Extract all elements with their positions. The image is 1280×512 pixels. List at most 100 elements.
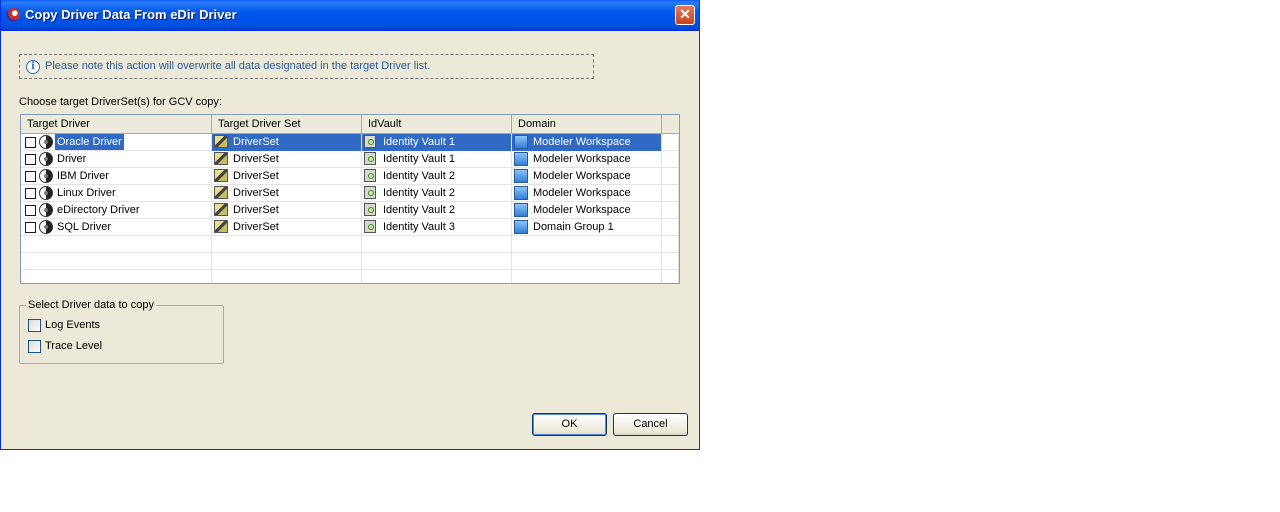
vault-name: Identity Vault 2 [383, 204, 455, 216]
table-header: Target Driver Target Driver Set IdVault … [21, 115, 679, 134]
driver-set-icon [214, 220, 228, 233]
row-checkbox[interactable] [25, 188, 36, 199]
column-target-driver-set[interactable]: Target Driver Set [212, 115, 362, 133]
column-idvault[interactable]: IdVault [362, 115, 512, 133]
empty-row [21, 253, 679, 270]
table-row[interactable]: SQL Driver DriverSet Identity Vault 3 Domai… [21, 219, 679, 236]
row-checkbox[interactable] [25, 222, 36, 233]
cancel-button[interactable]: Cancel [613, 413, 688, 436]
driver-set-name: DriverSet [233, 187, 279, 199]
driver-set-cell [212, 270, 362, 283]
driver-table[interactable]: Target Driver Target Driver Set IdVault … [20, 114, 680, 284]
driver-set-cell: DriverSet [212, 134, 362, 151]
driver-set-icon [214, 186, 228, 199]
vault-cell: Identity Vault 2 [362, 168, 512, 185]
driver-cell [21, 270, 212, 283]
ok-button[interactable]: OK [532, 413, 607, 436]
column-target-driver[interactable]: Target Driver [21, 115, 212, 133]
domain-name: Modeler Workspace [533, 170, 631, 182]
row-checkbox[interactable] [25, 154, 36, 165]
driver-set-cell: DriverSet [212, 219, 362, 236]
vault-cell: Identity Vault 1 [362, 151, 512, 168]
driver-set-name: DriverSet [233, 221, 279, 233]
vault-icon [364, 135, 376, 148]
row-checkbox[interactable] [25, 171, 36, 182]
trace-level-checkbox[interactable] [28, 340, 41, 353]
driver-set-icon [214, 169, 228, 182]
driver-set-cell [212, 253, 362, 270]
log-events-label[interactable]: Log Events [45, 319, 100, 331]
column-filler [662, 115, 679, 133]
driver-set-cell: DriverSet [212, 168, 362, 185]
domain-cell: Domain Group 1 [512, 219, 662, 236]
table-row[interactable]: Linux Driver DriverSet Identity Vault 2 Mod… [21, 185, 679, 202]
driver-cell: Driver [21, 151, 212, 168]
vault-icon [364, 169, 376, 182]
domain-name: Domain Group 1 [533, 221, 614, 233]
empty-row [21, 236, 679, 253]
driver-cell: Oracle Driver [21, 134, 212, 151]
driver-name: Linux Driver [57, 187, 116, 199]
row-checkbox[interactable] [25, 205, 36, 216]
vault-name: Identity Vault 1 [383, 136, 455, 148]
vault-name: Identity Vault 1 [383, 153, 455, 165]
notice-text: Please note this action will overwrite a… [45, 60, 431, 72]
domain-cell: Modeler Workspace [512, 168, 662, 185]
domain-cell: Modeler Workspace [512, 202, 662, 219]
table-row[interactable]: IBM Driver DriverSet Identity Vault 2 Model… [21, 168, 679, 185]
vault-cell: Identity Vault 2 [362, 202, 512, 219]
driver-data-group: Select Driver data to copy Log Events Tr… [19, 299, 224, 364]
domain-cell: Modeler Workspace [512, 185, 662, 202]
domain-icon [514, 186, 528, 200]
driver-icon [39, 135, 53, 149]
title-bar[interactable]: Copy Driver Data From eDir Driver ✕ [1, 0, 699, 31]
log-events-checkbox[interactable] [28, 319, 41, 332]
info-icon: i [26, 60, 40, 74]
vault-name: Identity Vault 3 [383, 221, 455, 233]
domain-cell: Modeler Workspace [512, 134, 662, 151]
filler-cell [662, 168, 679, 185]
driver-set-icon [214, 203, 228, 216]
driver-cell [21, 253, 212, 270]
vault-name: Identity Vault 2 [383, 170, 455, 182]
driver-set-cell [212, 236, 362, 253]
driver-set-icon [214, 135, 228, 148]
filler-cell [662, 185, 679, 202]
table-row[interactable]: Oracle Driver DriverSet Identity Vault 1 Mo… [21, 134, 679, 151]
choose-target-label: Choose target DriverSet(s) for GCV copy: [19, 96, 222, 108]
driver-name: SQL Driver [57, 221, 111, 233]
vault-cell: Identity Vault 2 [362, 185, 512, 202]
driver-cell: Linux Driver [21, 185, 212, 202]
empty-row [21, 270, 679, 283]
driver-set-cell: DriverSet [212, 202, 362, 219]
domain-cell [512, 253, 662, 270]
close-button[interactable]: ✕ [675, 5, 695, 25]
trace-level-label[interactable]: Trace Level [45, 340, 102, 352]
filler-cell [662, 219, 679, 236]
domain-cell: Modeler Workspace [512, 151, 662, 168]
vault-name: Identity Vault 2 [383, 187, 455, 199]
warning-notice: i Please note this action will overwrite… [19, 54, 594, 79]
driver-icon [39, 186, 53, 200]
driver-icon [39, 220, 53, 234]
driver-set-name: DriverSet [233, 153, 279, 165]
domain-name: Modeler Workspace [533, 153, 631, 165]
vault-cell: Identity Vault 3 [362, 219, 512, 236]
driver-icon [39, 169, 53, 183]
column-domain[interactable]: Domain [512, 115, 662, 133]
vault-icon [364, 203, 376, 216]
filler-cell [662, 134, 679, 151]
domain-icon [514, 152, 528, 166]
vault-cell [362, 236, 512, 253]
vault-cell [362, 270, 512, 283]
domain-icon [514, 135, 528, 149]
vault-cell: Identity Vault 1 [362, 134, 512, 151]
dialog-title: Copy Driver Data From eDir Driver [25, 7, 237, 22]
table-row[interactable]: Driver DriverSet Identity Vault 1 Modeler W… [21, 151, 679, 168]
table-row[interactable]: eDirectory Driver DriverSet Identity Vault… [21, 202, 679, 219]
row-checkbox[interactable] [25, 137, 36, 148]
domain-icon [514, 169, 528, 183]
driver-set-name: DriverSet [233, 204, 279, 216]
driver-name: Oracle Driver [55, 134, 124, 150]
driver-icon [39, 203, 53, 217]
